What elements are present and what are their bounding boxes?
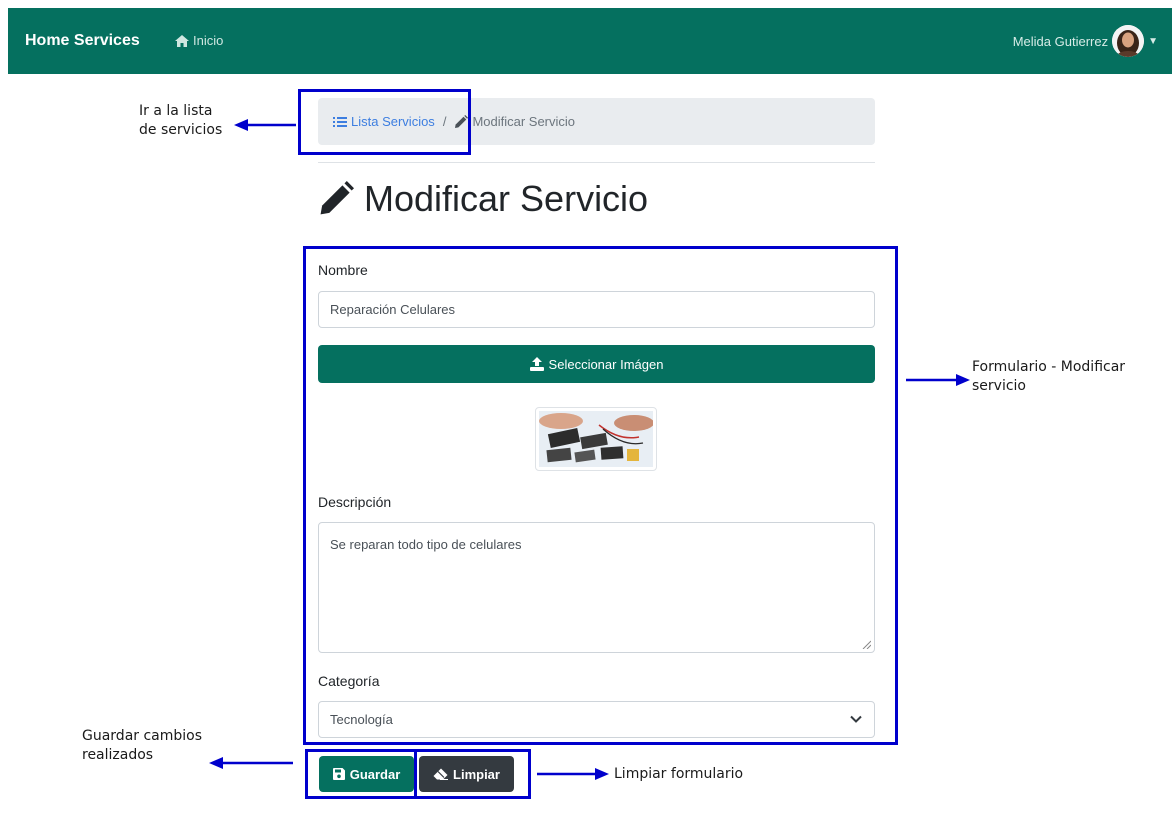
annotation-list-line2: de servicios xyxy=(139,122,223,138)
arrow-icon xyxy=(906,374,970,386)
annotation-list-line1: Ir a la lista xyxy=(139,103,213,119)
annotation-clear: Limpiar formulario xyxy=(614,766,744,782)
annotation-save: Guardar cambios realizados xyxy=(82,727,202,765)
arrow-icon xyxy=(234,119,296,131)
annotation-form: Formulario - Modificar servicio xyxy=(972,358,1125,396)
annotation-list: Ir a la lista de servicios xyxy=(139,102,222,140)
annotation-form-line2: servicio xyxy=(972,378,1026,394)
annotation-save-line2: realizados xyxy=(82,747,154,763)
annotation-save-line1: Guardar cambios xyxy=(82,728,203,744)
annotation-form-line1: Formulario - Modificar xyxy=(972,359,1126,375)
arrow-icon xyxy=(209,757,293,769)
arrow-icon xyxy=(537,768,609,780)
